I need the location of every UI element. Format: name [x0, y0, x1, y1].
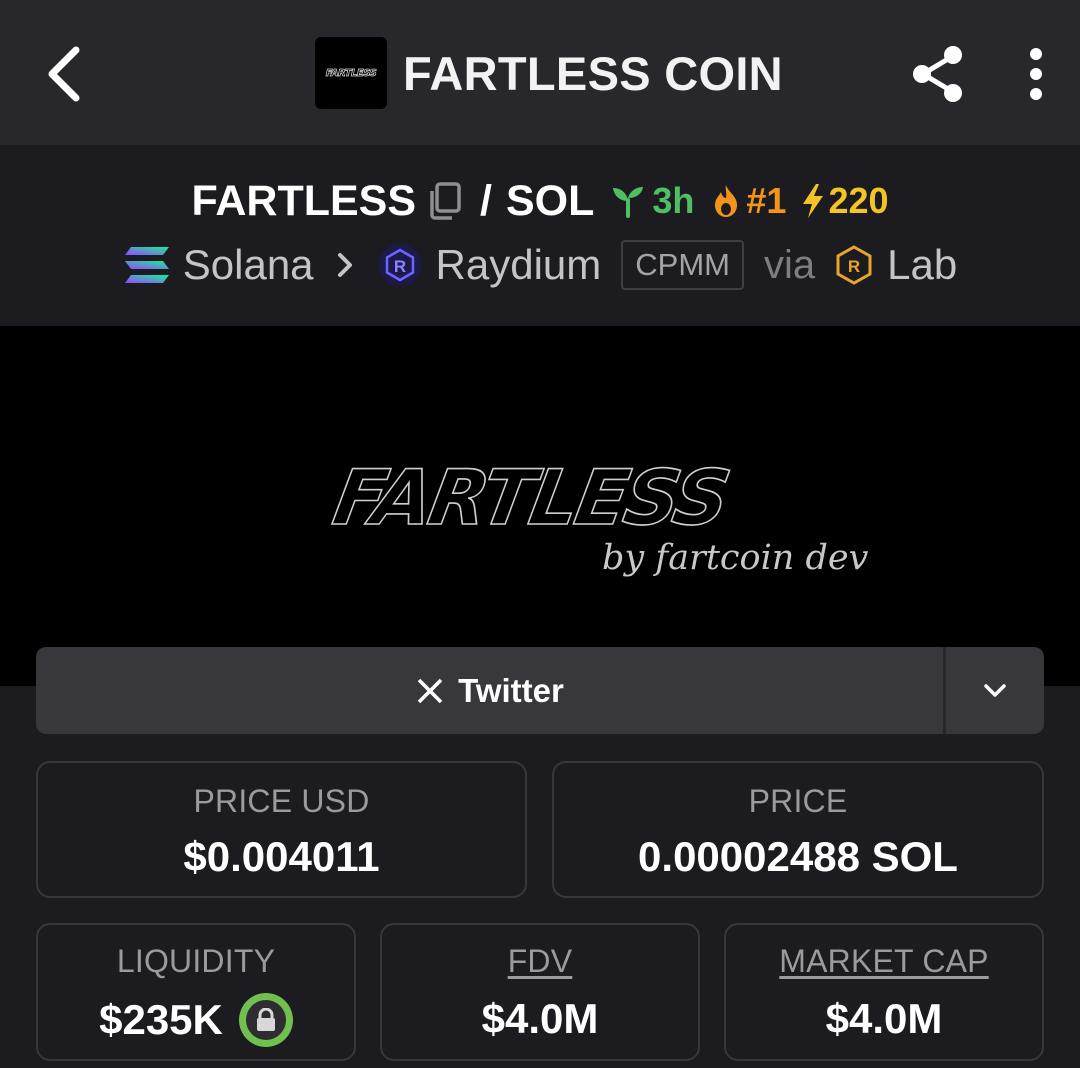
raydium-logo-icon: R	[378, 243, 422, 287]
chevron-right-icon	[336, 251, 354, 279]
x-logo-icon	[417, 678, 443, 703]
via-label: via	[764, 242, 816, 287]
boosts-count: 220	[828, 180, 889, 221]
market-cap-label[interactable]: MARKET CAP	[726, 943, 1042, 980]
fdv-label[interactable]: FDV	[382, 943, 698, 980]
twitter-label: Twitter	[458, 671, 564, 709]
token-logo: FARTLESS	[315, 37, 387, 109]
trending-rank-badge[interactable]: #1	[710, 180, 786, 222]
launchpad-name[interactable]: Lab	[887, 241, 957, 289]
liquidity-label: LIQUIDITY	[116, 943, 276, 979]
liquidity-value: $235K	[99, 996, 223, 1043]
token-banner-image: FARTLESS by fartcoin dev	[0, 326, 1080, 686]
price-native-value: 0.00002488 SOL	[638, 833, 958, 880]
dex-name[interactable]: Raydium	[436, 241, 602, 289]
back-button[interactable]	[34, 40, 94, 108]
liquidity-row: $235K	[38, 993, 354, 1047]
pair-age: 3h	[652, 180, 695, 221]
twitter-button[interactable]: Twitter	[36, 647, 944, 734]
fdv-card: FDV $4.0M	[380, 923, 700, 1061]
svg-text:R: R	[848, 257, 860, 276]
liquidity-card: LIQUIDITY $235K	[36, 923, 356, 1061]
market-cap-card: MARKET CAP $4.0M	[724, 923, 1044, 1061]
pair-row: FARTLESS / SOL 3h #1 220	[0, 175, 1080, 227]
pair-base-symbol: FARTLESS	[191, 176, 417, 225]
pair-header: FARTLESS / SOL 3h #1 220 Solana R Raydiu…	[0, 145, 1080, 326]
token-logo-text: FARTLESS	[325, 67, 377, 79]
svg-text:R: R	[393, 257, 405, 276]
boosts-badge[interactable]: 220	[800, 180, 889, 222]
price-usd-value: $0.004011	[183, 833, 380, 880]
trending-rank: #1	[746, 180, 787, 221]
price-usd-label: PRICE USD	[193, 783, 370, 819]
pair-age-badge: 3h	[610, 180, 694, 222]
pair-separator: /	[480, 176, 492, 225]
social-links-bar: Twitter	[36, 647, 1044, 734]
banner-logotype: FARTLESS	[326, 452, 734, 543]
liquidity-lock-badge[interactable]	[238, 993, 293, 1047]
price-native-card: PRICE 0.00002488 SOL	[552, 761, 1044, 898]
chain-name[interactable]: Solana	[183, 241, 314, 289]
top-app-bar: FARTLESS FARTLESS COIN	[0, 0, 1080, 145]
banner-subtitle: by fartcoin dev	[602, 538, 869, 578]
pool-type-badge: CPMM	[621, 240, 744, 290]
share-button[interactable]	[905, 40, 971, 108]
lightning-icon	[803, 184, 824, 218]
pair-quote-symbol: SOL	[505, 176, 595, 225]
more-links-dropdown[interactable]	[946, 647, 1044, 734]
more-vertical-icon	[1030, 48, 1042, 100]
solana-logo-icon	[124, 247, 169, 283]
copy-icon[interactable]	[428, 181, 462, 221]
back-arrow-icon	[48, 46, 80, 102]
chevron-down-icon	[984, 683, 1006, 697]
lock-icon	[245, 1000, 286, 1040]
flame-icon	[715, 185, 738, 217]
share-icon	[913, 46, 962, 102]
seedling-icon	[613, 187, 644, 218]
market-cap-value: $4.0M	[825, 995, 943, 1042]
page-title: FARTLESS COIN	[403, 47, 783, 100]
price-usd-card: PRICE USD $0.004011	[36, 761, 527, 898]
more-options-button[interactable]	[1012, 40, 1060, 108]
fdv-value: $4.0M	[481, 995, 599, 1042]
price-native-label: PRICE	[748, 783, 848, 819]
launchpad-logo-icon: R	[835, 245, 873, 285]
route-row: Solana R Raydium CPMM via R Lab	[0, 237, 1080, 293]
